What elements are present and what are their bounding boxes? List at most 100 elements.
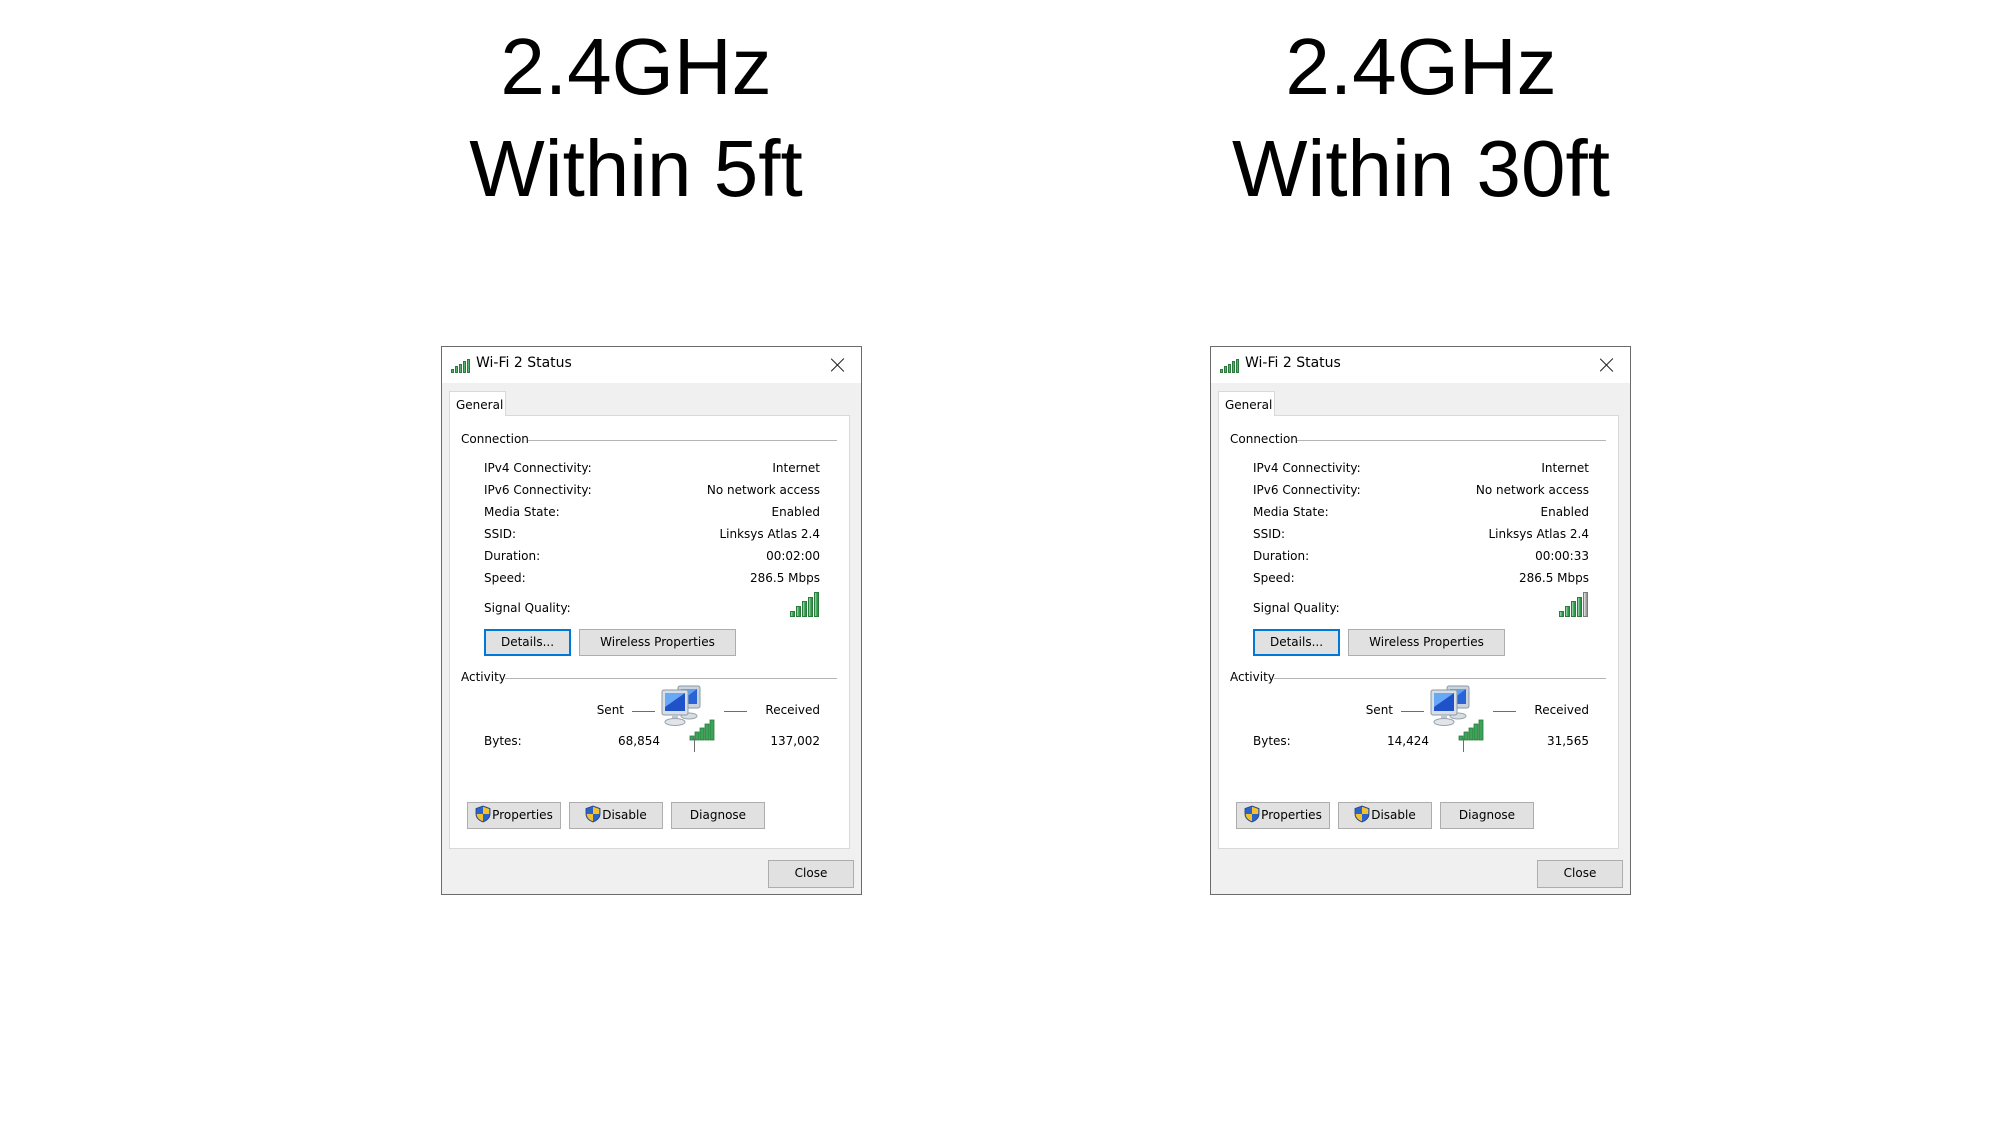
properties-button-label: Properties xyxy=(1261,808,1322,822)
signal-bar xyxy=(1236,359,1239,373)
activity-signal-bar xyxy=(704,723,710,741)
details-button[interactable]: Details... xyxy=(484,629,571,656)
received-line xyxy=(1493,711,1516,712)
duration-label: Duration: xyxy=(484,549,541,563)
sent-line xyxy=(1401,711,1424,712)
signal-bar xyxy=(790,611,795,617)
received-label: Received xyxy=(765,703,820,717)
duration-value: 00:00:33 xyxy=(1535,549,1589,563)
ssid-label: SSID: xyxy=(1253,527,1286,541)
tab-general[interactable]: General xyxy=(449,391,506,416)
bytes-label: Bytes: xyxy=(484,734,522,748)
ipv6-label: IPv6 Connectivity: xyxy=(484,483,592,497)
properties-button[interactable]: Properties xyxy=(1236,802,1330,829)
signal-bar xyxy=(814,592,819,617)
ipv6-value: No network access xyxy=(706,483,820,497)
close-button[interactable]: Close xyxy=(1537,860,1623,888)
activity-signal-bar xyxy=(699,727,705,741)
ipv4-label: IPv4 Connectivity: xyxy=(1253,461,1361,475)
sent-label: Sent xyxy=(1365,703,1393,717)
media-state-label: Media State: xyxy=(1253,505,1329,519)
bytes-received-value: 31,565 xyxy=(1547,734,1589,748)
diagnose-button[interactable]: Diagnose xyxy=(671,802,765,829)
media-state-value: Enabled xyxy=(1540,505,1590,519)
ssid-value: Linksys Atlas 2.4 xyxy=(1488,527,1589,541)
dialog-title: Wi-Fi 2 Status xyxy=(1245,355,1341,371)
disable-button-label: Disable xyxy=(602,808,647,822)
ipv4-value: Internet xyxy=(772,461,820,475)
uac-shield-icon xyxy=(1244,805,1260,823)
details-button[interactable]: Details... xyxy=(1253,629,1340,656)
close-button[interactable]: Close xyxy=(768,860,854,888)
heading-distance: Within 30ft xyxy=(1232,124,1610,213)
connection-divider xyxy=(528,440,837,441)
activity-signal-bar xyxy=(1473,723,1479,741)
general-panel: Connection IPv4 Connectivity: Internet I… xyxy=(449,415,850,849)
signal-bar xyxy=(1583,592,1588,617)
activity-group-label: Activity xyxy=(461,670,506,684)
bytes-sent-value: 14,424 xyxy=(1387,734,1429,748)
connection-divider xyxy=(1297,440,1606,441)
wireless-properties-button[interactable]: Wireless Properties xyxy=(579,629,736,656)
activity-signal-bar xyxy=(1478,719,1484,741)
signal-bar xyxy=(1228,364,1231,373)
ssid-label: SSID: xyxy=(484,527,517,541)
dialog-title: Wi-Fi 2 Status xyxy=(476,355,572,371)
ipv6-value: No network access xyxy=(1475,483,1589,497)
activity-divider xyxy=(505,678,837,679)
properties-button[interactable]: Properties xyxy=(467,802,561,829)
heading-right: 2.4GHz Within 30ft xyxy=(1121,16,1721,220)
signal-bar xyxy=(796,606,801,617)
activity-group-label: Activity xyxy=(1230,670,1275,684)
speed-value: 286.5 Mbps xyxy=(749,571,820,585)
close-icon[interactable] xyxy=(825,352,851,378)
activity-divider-tick xyxy=(694,738,695,752)
title-bar[interactable]: Wi-Fi 2 Status xyxy=(442,347,861,383)
close-icon[interactable] xyxy=(1594,352,1620,378)
ipv6-label: IPv6 Connectivity: xyxy=(1253,483,1361,497)
received-label: Received xyxy=(1534,703,1589,717)
uac-shield-icon xyxy=(585,805,601,823)
heading-band: 2.4GHz xyxy=(1285,22,1557,111)
signal-bar xyxy=(1577,597,1582,617)
signal-quality-icon xyxy=(790,591,820,617)
general-panel: Connection IPv4 Connectivity: Internet I… xyxy=(1218,415,1619,849)
disable-button[interactable]: Disable xyxy=(1338,802,1432,829)
duration-value: 00:02:00 xyxy=(766,549,820,563)
wireless-properties-button[interactable]: Wireless Properties xyxy=(1348,629,1505,656)
activity-signal-bar xyxy=(709,719,715,741)
wifi-status-dialog-5ft: Wi-Fi 2 Status General Connection IPv4 C… xyxy=(441,346,862,895)
signal-bar xyxy=(467,359,470,373)
bytes-label: Bytes: xyxy=(1253,734,1291,748)
signal-bar xyxy=(451,369,454,373)
bytes-received-value: 137,002 xyxy=(770,734,820,748)
speed-value: 286.5 Mbps xyxy=(1518,571,1589,585)
signal-quality-icon xyxy=(1559,591,1589,617)
uac-shield-icon xyxy=(475,805,491,823)
bytes-sent-value: 68,854 xyxy=(618,734,660,748)
signal-bar xyxy=(455,366,458,373)
signal-bar xyxy=(1220,369,1223,373)
title-bar[interactable]: Wi-Fi 2 Status xyxy=(1211,347,1630,383)
duration-label: Duration: xyxy=(1253,549,1310,563)
properties-button-label: Properties xyxy=(492,808,553,822)
connection-group-label: Connection xyxy=(461,432,529,446)
wifi-signal-icon xyxy=(1220,357,1240,373)
wifi-status-dialog-30ft: Wi-Fi 2 Status General Connection IPv4 C… xyxy=(1210,346,1631,895)
disable-button-label: Disable xyxy=(1371,808,1416,822)
activity-divider xyxy=(1274,678,1606,679)
tab-general[interactable]: General xyxy=(1218,391,1275,416)
disable-button[interactable]: Disable xyxy=(569,802,663,829)
signal-bar xyxy=(1224,366,1227,373)
heading-distance: Within 5ft xyxy=(469,124,803,213)
speed-label: Speed: xyxy=(1253,571,1295,585)
heading-left: 2.4GHz Within 5ft xyxy=(336,16,936,220)
signal-bar xyxy=(463,361,466,373)
activity-signal-bar xyxy=(1468,727,1474,741)
signal-bar xyxy=(1232,361,1235,373)
diagnose-button[interactable]: Diagnose xyxy=(1440,802,1534,829)
ipv4-value: Internet xyxy=(1541,461,1589,475)
signal-bar xyxy=(1565,606,1570,617)
activity-divider-tick xyxy=(1463,738,1464,752)
wifi-signal-icon xyxy=(451,357,471,373)
